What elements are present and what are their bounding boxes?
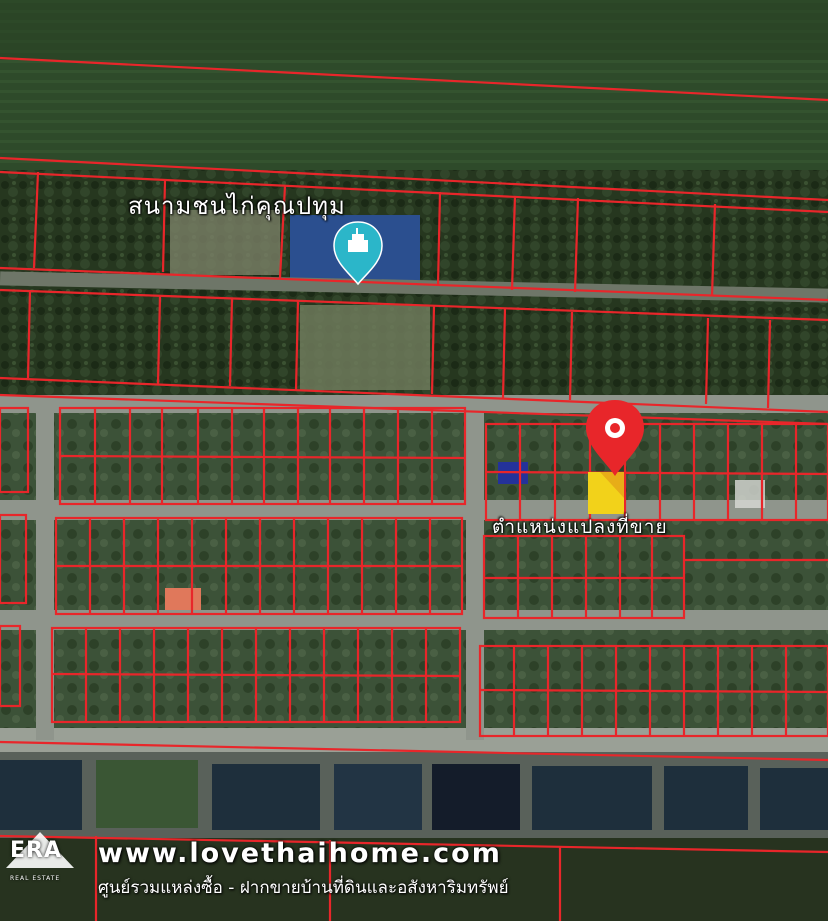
parcel-label: ตำแหน่งแปลงที่ขาย [492,516,668,538]
brand-subtitle: REAL ESTATE [10,875,61,882]
website-tagline: ศูนย์รวมแหล่งซื้อ - ฝากขายบ้านที่ดินและอ… [98,878,509,898]
brand-logo: ERA [10,838,62,863]
map-view[interactable]: สนามชนไก่คุณปทุม ตำแหน่งแปลงที่ขาย ERA R… [0,0,828,921]
website-url: www.lovethaihome.com [98,838,502,869]
satellite-imagery [0,0,828,921]
place-label[interactable]: สนามชนไก่คุณปทุม [128,186,346,225]
